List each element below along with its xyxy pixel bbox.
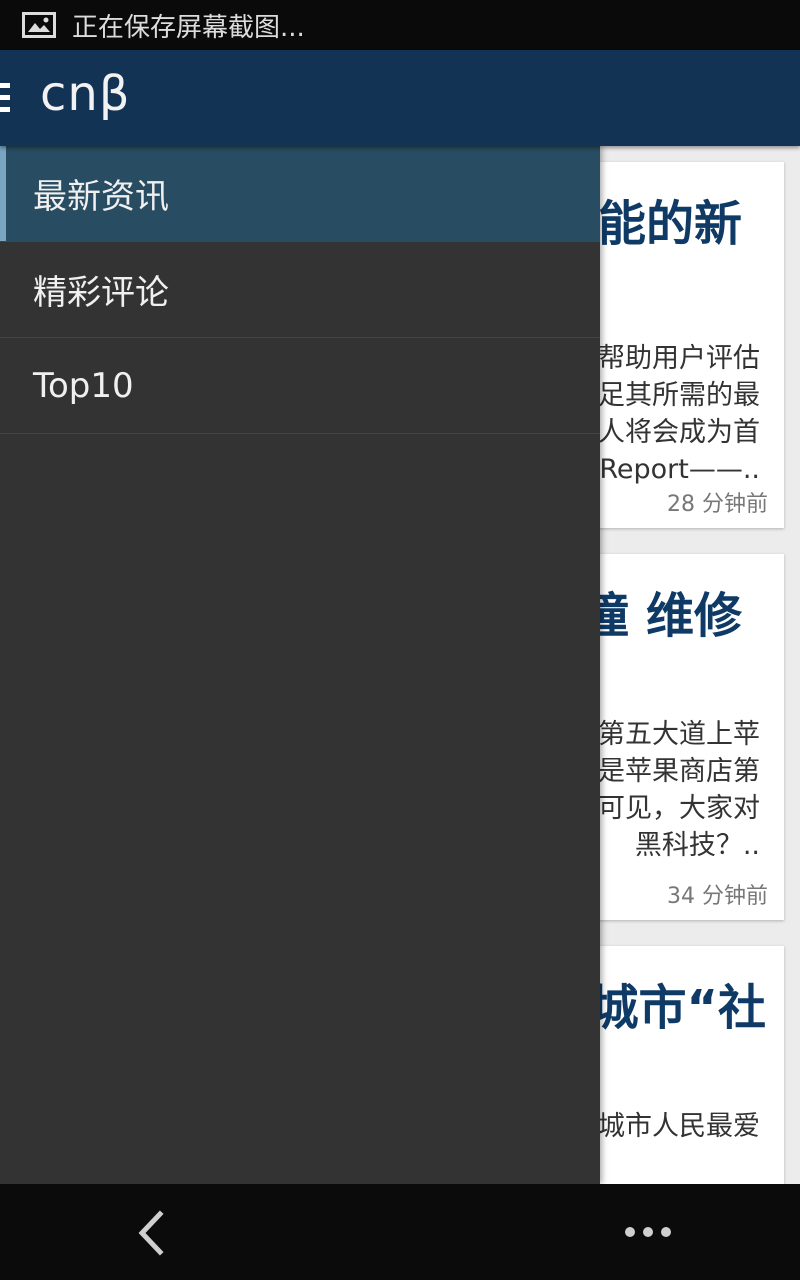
app-title[interactable]: cnβ: [40, 66, 130, 122]
news-time: 28 分钟前: [667, 492, 768, 517]
news-title: 能的新: [597, 196, 742, 252]
news-title: 撞 维修: [581, 588, 742, 644]
navigation-drawer: 最新资讯 精彩评论 Top10: [0, 146, 600, 1184]
app-bar: cnβ: [0, 50, 800, 146]
drawer-item-label: 最新资讯: [33, 177, 169, 217]
drawer-item-hot-comments[interactable]: 精彩评论: [0, 242, 600, 338]
drawer-item-label: 精彩评论: [33, 273, 169, 313]
hamburger-menu-icon[interactable]: [0, 83, 10, 113]
status-bar: 正在保存屏幕截图...: [0, 0, 800, 50]
news-time: 34 分钟前: [667, 884, 768, 909]
drawer-item-latest-news[interactable]: 最新资讯: [0, 146, 600, 242]
image-icon: [22, 12, 56, 38]
drawer-item-top10[interactable]: Top10: [0, 338, 600, 434]
more-dots-icon[interactable]: [620, 1220, 676, 1244]
back-chevron-icon[interactable]: [130, 1208, 174, 1258]
status-text: 正在保存屏幕截图...: [72, 12, 305, 43]
system-nav-bar: [0, 1184, 800, 1280]
drawer-item-label: Top10: [33, 365, 134, 406]
news-title: 城市“社: [590, 980, 766, 1036]
